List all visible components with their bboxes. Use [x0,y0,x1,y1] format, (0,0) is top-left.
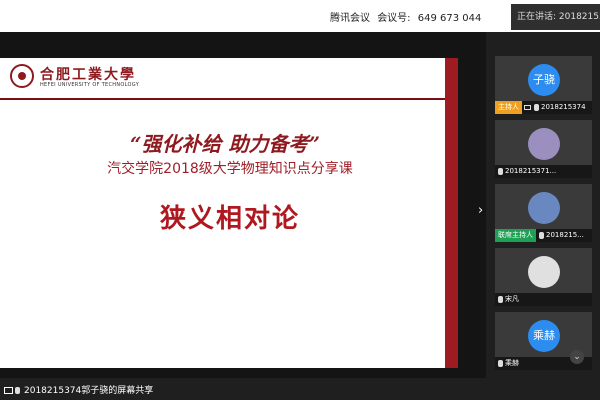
logo-chinese: 合肥工業大學 [40,67,136,83]
screen-share-icon [4,387,13,394]
screen-share-label: 2018215374郭子骁的屏幕共享 [4,383,153,396]
avatar [528,128,560,160]
presentation-slide: 合肥工業大學 HEFEI UNIVERSITY OF TECHNOLOGY “强… [0,58,458,368]
mic-icon [534,103,539,111]
participant-nameline: 主持人 2018215374 [495,101,592,114]
slide-header: 合肥工業大學 HEFEI UNIVERSITY OF TECHNOLOGY [0,58,458,100]
participant-name: 2018215371... [505,167,557,175]
meeting-id[interactable]: 649 673 044 [418,13,482,24]
avatar [528,256,560,288]
avatar: 子骁 [528,64,560,96]
meeting-info: 腾讯会议 会议号: 649 673 044 [330,9,485,24]
logo-english: HEFEI UNIVERSITY OF TECHNOLOGY [40,82,140,88]
app-name: 腾讯会议 [330,13,370,24]
meeting-id-label: 会议号: [377,13,411,24]
host-badge: 主持人 [495,101,522,114]
avatar [528,192,560,224]
screen-share-icon [524,104,531,110]
collapse-panel-icon[interactable]: › [478,203,483,218]
share-label-text: 2018215374郭子骁的屏幕共享 [24,386,154,396]
slide-subtitle: 汽交学院2018级大学物理知识点分享课 [107,161,353,177]
participant-tile[interactable]: 子骁 主持人 2018215374 [495,56,592,114]
mic-icon [498,167,503,175]
cohost-badge: 联席主持人 [495,229,536,242]
participant-nameline: 2018215371... [495,165,592,178]
speaking-indicator: 正在讲话: 2018215374 [511,4,600,30]
participant-name: 宋凡 [505,295,519,303]
slide-slogan: “强化补给 助力备考” [130,132,320,156]
university-seal-icon [10,64,34,88]
chevron-down-icon[interactable]: ⌄ [570,350,584,364]
top-bar: 腾讯会议 会议号: 649 673 044 正在讲话: 2018215374 [0,0,600,32]
mic-icon [498,295,503,303]
participant-name: 2018215... [546,231,584,239]
participant-tile[interactable]: 联席主持人 2018215... [495,184,592,242]
participant-nameline: 联席主持人 2018215... [495,229,592,242]
participant-tile[interactable]: 宋凡 [495,248,592,306]
participant-tile[interactable]: 2018215371... [495,120,592,178]
mic-icon [498,359,503,367]
mic-icon [539,231,544,239]
bottom-bar: 2018215374郭子骁的屏幕共享 [0,378,600,400]
avatar: 乘赫 [528,320,560,352]
mic-icon [15,387,20,394]
participant-panel: 子骁 主持人 2018215374 2018215371... 联席主持人 2018… [493,56,600,374]
participant-nameline: 宋凡 [495,293,592,306]
slide-accent-bar [445,58,458,368]
participant-name: 乘赫 [505,359,519,367]
participant-name: 2018215374 [541,103,586,111]
slide-title: 狭义相对论 [159,204,300,234]
